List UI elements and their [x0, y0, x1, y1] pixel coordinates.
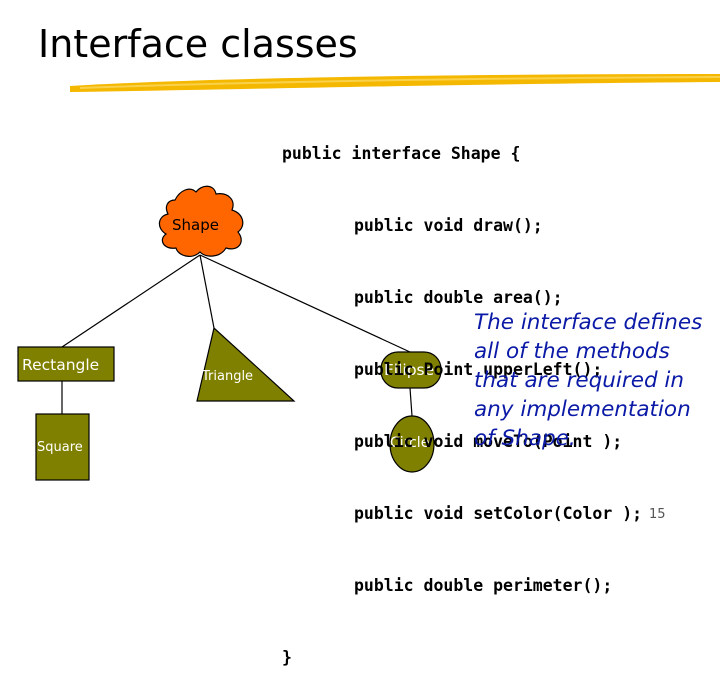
triangle-label: Triangle [202, 369, 254, 384]
code-line: public double perimeter(); [354, 576, 613, 595]
shape-label: Shape [172, 216, 219, 234]
code-line: public void draw(); [354, 216, 543, 235]
triangle-node [196, 326, 296, 402]
square-label: Square [37, 440, 83, 455]
rectangle-label: Rectangle [22, 356, 100, 374]
connector-shape-rectangle [61, 254, 201, 348]
code-line: public double area(); [354, 288, 563, 307]
code-line: public interface Shape { [282, 144, 521, 163]
interface-note: The interface defines all of the methods… [474, 310, 703, 451]
code-line: } [282, 648, 292, 667]
connector-shape-triangle [199, 254, 215, 329]
page-number: 15 [649, 507, 666, 522]
code-line: public void setColor(Color ); [354, 504, 643, 523]
